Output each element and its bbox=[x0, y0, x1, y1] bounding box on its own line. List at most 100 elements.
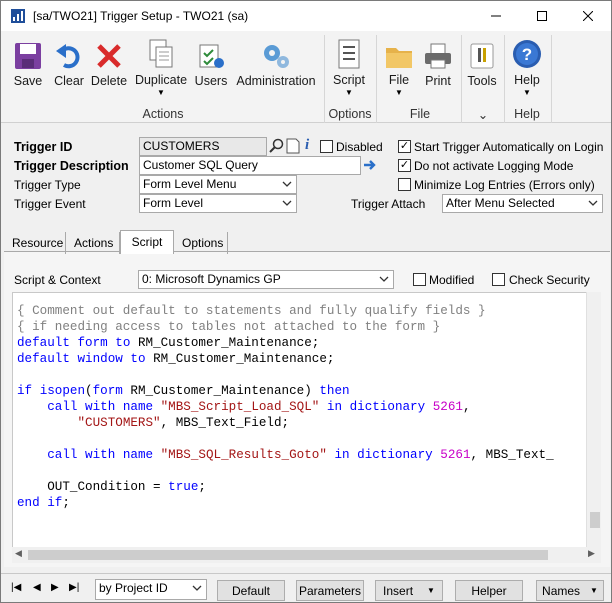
ribbon-separator bbox=[461, 35, 462, 123]
ribbon-separator bbox=[504, 35, 505, 123]
duplicate-label: Duplicate bbox=[134, 73, 188, 87]
app-icon bbox=[11, 9, 25, 23]
code-line: end if; bbox=[17, 496, 70, 510]
trigger-description-field[interactable]: Customer SQL Query bbox=[139, 156, 361, 175]
default-button[interactable]: Default bbox=[217, 580, 285, 601]
last-record-icon[interactable]: ▶| bbox=[69, 582, 79, 593]
help-label: Help bbox=[514, 73, 540, 87]
tab-options[interactable]: Options bbox=[174, 232, 228, 254]
file-label: File bbox=[388, 73, 410, 87]
no-logging-label: Do not activate Logging Mode bbox=[414, 159, 574, 173]
script-editor[interactable]: { Comment out default to statements and … bbox=[12, 292, 601, 548]
scroll-thumb[interactable] bbox=[590, 512, 600, 528]
names-button[interactable]: Names ▼ bbox=[536, 580, 604, 601]
insert-button[interactable]: Insert ▼ bbox=[375, 580, 443, 601]
sort-value: by Project ID bbox=[99, 581, 168, 595]
file-dropdown-icon: ▼ bbox=[395, 88, 403, 97]
duplicate-dropdown-icon: ▼ bbox=[157, 88, 165, 97]
code-line: OUT_Condition = true; bbox=[17, 480, 206, 494]
tab-actions[interactable]: Actions bbox=[66, 232, 120, 254]
close-icon bbox=[583, 11, 593, 21]
script-context-dropdown[interactable]: 0: Microsoft Dynamics GP bbox=[138, 270, 394, 289]
print-label: Print bbox=[425, 74, 451, 88]
disabled-label: Disabled bbox=[336, 140, 383, 154]
code-line: ​ bbox=[17, 463, 554, 479]
save-button[interactable]: Save bbox=[7, 35, 49, 97]
code-line: call with name "MBS_SQL_Results_Goto" in… bbox=[47, 448, 554, 462]
folder-icon bbox=[386, 48, 412, 68]
ribbon-separator bbox=[551, 35, 552, 123]
trigger-id-field[interactable]: CUSTOMERS bbox=[139, 137, 267, 156]
script-button[interactable]: Script ▼ bbox=[329, 35, 369, 97]
tab-resource[interactable]: Resource bbox=[4, 232, 66, 254]
editor-vertical-scrollbar[interactable] bbox=[586, 292, 601, 548]
trigger-type-dropdown[interactable]: Form Level Menu bbox=[139, 175, 297, 194]
modified-checkbox[interactable] bbox=[413, 273, 426, 286]
tools-button[interactable]: Tools bbox=[463, 35, 501, 97]
save-icon bbox=[15, 43, 41, 69]
maximize-button[interactable] bbox=[519, 1, 565, 31]
tools-expand-icon[interactable]: ⌄ bbox=[463, 107, 503, 122]
hscroll-thumb[interactable] bbox=[28, 550, 548, 560]
code-line: if isopen(form RM_Customer_Maintenance) … bbox=[17, 384, 350, 398]
duplicate-icon bbox=[149, 39, 173, 68]
trigger-type-value: Form Level Menu bbox=[143, 177, 237, 191]
duplicate-button[interactable]: Duplicate ▼ bbox=[133, 35, 189, 97]
users-button[interactable]: Users bbox=[193, 35, 229, 97]
start-automatically-label: Start Trigger Automatically on Login bbox=[414, 140, 604, 154]
script-label: Script bbox=[333, 73, 365, 87]
tools-label: Tools bbox=[467, 74, 497, 88]
clear-button[interactable]: Clear bbox=[49, 35, 89, 97]
previous-record-icon[interactable]: ◀ bbox=[33, 582, 41, 593]
script-context-value: 0: Microsoft Dynamics GP bbox=[142, 272, 281, 286]
trigger-attach-value: After Menu Selected bbox=[446, 196, 555, 210]
editor-horizontal-scrollbar[interactable]: ◀ ▶ bbox=[12, 547, 601, 563]
ribbon: Save Clear Delete Duplicate ▼ Users Admi… bbox=[1, 31, 611, 123]
checkmark-icon: ✓ bbox=[399, 159, 410, 171]
window-title: [sa/TWO21] Trigger Setup - TWO21 (sa) bbox=[33, 9, 249, 23]
save-label: Save bbox=[13, 74, 43, 88]
trigger-event-label: Trigger Event bbox=[14, 197, 86, 211]
disabled-checkbox[interactable] bbox=[320, 140, 333, 153]
first-record-icon[interactable]: |◀ bbox=[11, 582, 21, 593]
print-button[interactable]: Print bbox=[419, 35, 457, 97]
code-line: { if needing access to tables not attach… bbox=[17, 320, 441, 334]
users-label: Users bbox=[194, 74, 228, 88]
delete-button[interactable]: Delete bbox=[89, 35, 129, 97]
check-security-label: Check Security bbox=[509, 273, 590, 287]
minimize-button[interactable] bbox=[473, 1, 519, 31]
trigger-attach-dropdown[interactable]: After Menu Selected bbox=[442, 194, 603, 213]
trigger-description-label: Trigger Description bbox=[14, 159, 129, 173]
note-icon[interactable] bbox=[286, 138, 300, 154]
no-logging-checkbox[interactable]: ✓ bbox=[398, 159, 411, 172]
info-icon[interactable]: i bbox=[305, 137, 309, 154]
code-line: call with name "MBS_Script_Load_SQL" in … bbox=[47, 400, 471, 414]
arrow-right-icon[interactable] bbox=[363, 158, 377, 172]
script-dropdown-icon: ▼ bbox=[345, 88, 353, 97]
check-security-checkbox[interactable] bbox=[492, 273, 505, 286]
start-automatically-checkbox[interactable]: ✓ bbox=[398, 140, 411, 153]
trigger-event-dropdown[interactable]: Form Level bbox=[139, 194, 297, 213]
administration-button[interactable]: Administration bbox=[233, 35, 319, 97]
minimize-log-checkbox[interactable] bbox=[398, 178, 411, 191]
script-context-label: Script & Context bbox=[14, 273, 101, 287]
tab-script[interactable]: Script bbox=[120, 230, 174, 254]
tools-icon bbox=[470, 43, 494, 69]
scroll-left-icon[interactable]: ◀ bbox=[15, 548, 22, 559]
next-record-icon[interactable]: ▶ bbox=[51, 582, 59, 593]
helper-button[interactable]: Helper bbox=[455, 580, 523, 601]
sort-dropdown[interactable]: by Project ID bbox=[95, 579, 207, 600]
help-button[interactable]: ? Help ▼ bbox=[507, 35, 547, 97]
ribbon-separator bbox=[376, 35, 377, 123]
parameters-button[interactable]: Parameters bbox=[296, 580, 364, 601]
trigger-attach-label: Trigger Attach bbox=[351, 197, 426, 211]
bottom-bar: |◀ ◀ ▶ ▶| by Project ID Default Paramete… bbox=[1, 573, 611, 602]
insert-dropdown-icon: ▼ bbox=[427, 586, 435, 595]
scroll-right-icon[interactable]: ▶ bbox=[588, 548, 595, 559]
file-button[interactable]: File ▼ bbox=[381, 35, 417, 97]
names-dropdown-icon: ▼ bbox=[590, 586, 598, 595]
code-line: ​ bbox=[17, 431, 554, 447]
lookup-icon[interactable] bbox=[269, 138, 285, 154]
group-options-label: Options bbox=[328, 107, 372, 121]
close-button[interactable] bbox=[565, 1, 611, 31]
